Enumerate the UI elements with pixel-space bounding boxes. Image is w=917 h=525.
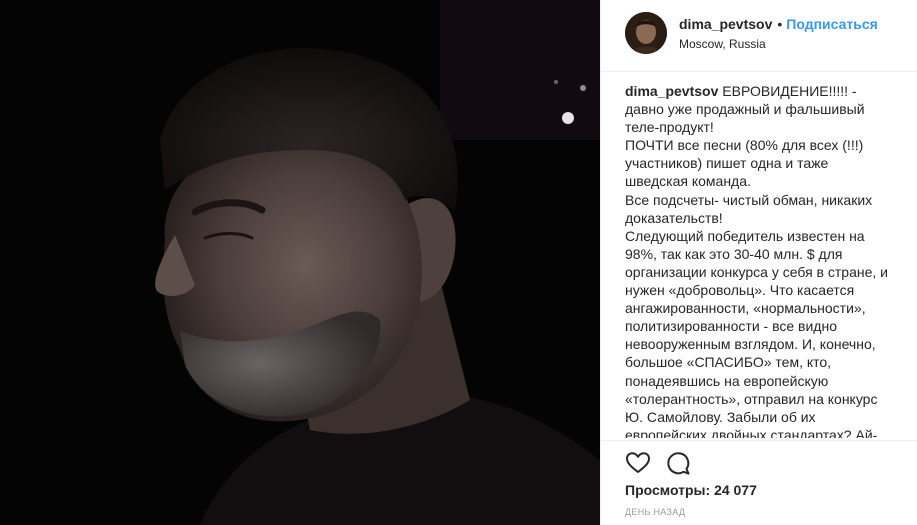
caption-paragraph: dima_pevtsov ЕВРОВИДЕНИЕ!!!!! - давно уж…: [625, 82, 889, 438]
video-frame: [0, 0, 600, 525]
caption-username-link[interactable]: dima_pevtsov: [625, 83, 718, 99]
header-username-row: dima_pevtsov • Подписаться: [679, 16, 878, 32]
views-label: Просмотры:: [625, 482, 711, 498]
avatar-image: [625, 12, 667, 54]
separator-dot: •: [777, 16, 783, 32]
username-link[interactable]: dima_pevtsov: [679, 16, 772, 32]
comment-icon[interactable]: [665, 450, 691, 476]
section-divider: [601, 440, 917, 441]
views-count: Просмотры: 24 077: [625, 482, 757, 498]
instagram-post: dima_pevtsov • Подписаться Moscow, Russia …: [0, 0, 917, 525]
post-header: dima_pevtsov • Подписаться Moscow, Russia: [601, 0, 917, 72]
location-link[interactable]: Moscow, Russia: [679, 37, 766, 51]
post-caption: dima_pevtsov ЕВРОВИДЕНИЕ!!!!! - давно уж…: [625, 82, 889, 438]
video-player[interactable]: [0, 0, 600, 525]
views-number: 24 077: [714, 482, 757, 498]
avatar[interactable]: [625, 12, 667, 54]
caption-text: ЕВРОВИДЕНИЕ!!!!! - давно уже продажный и…: [625, 83, 888, 438]
post-sidebar: dima_pevtsov • Подписаться Moscow, Russia …: [600, 0, 917, 525]
follow-button[interactable]: Подписаться: [786, 16, 878, 32]
action-bar: [625, 450, 691, 478]
post-timestamp[interactable]: ДЕНЬ НАЗАД: [625, 507, 685, 517]
heart-icon[interactable]: [625, 450, 651, 476]
